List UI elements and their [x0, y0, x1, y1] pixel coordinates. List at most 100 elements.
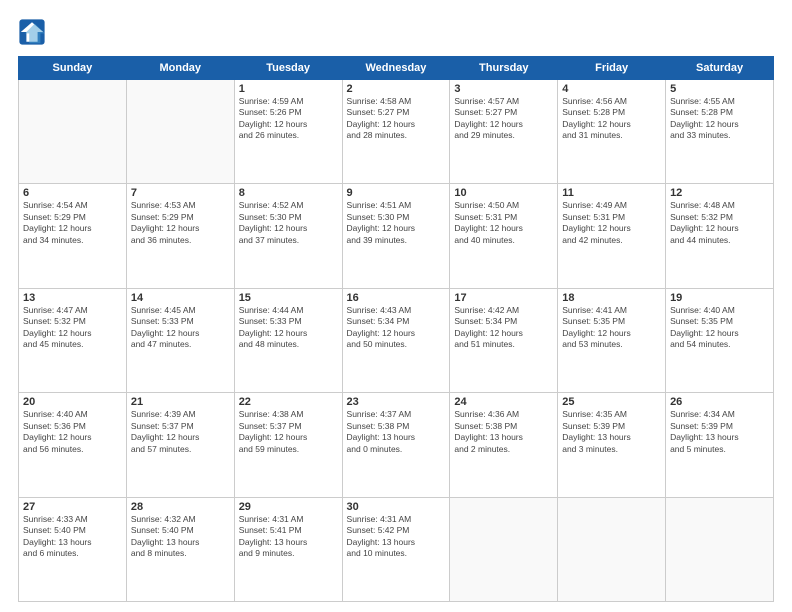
day-number: 5: [670, 83, 769, 95]
day-info: Sunrise: 4:36 AM Sunset: 5:38 PM Dayligh…: [454, 409, 553, 455]
calendar-cell: [450, 497, 558, 601]
col-header-saturday: Saturday: [666, 57, 774, 80]
calendar-cell: 6Sunrise: 4:54 AM Sunset: 5:29 PM Daylig…: [19, 184, 127, 288]
day-number: 18: [562, 292, 661, 304]
day-number: 19: [670, 292, 769, 304]
day-info: Sunrise: 4:31 AM Sunset: 5:41 PM Dayligh…: [239, 514, 338, 560]
col-header-friday: Friday: [558, 57, 666, 80]
calendar-table: SundayMondayTuesdayWednesdayThursdayFrid…: [18, 56, 774, 602]
calendar-cell: 18Sunrise: 4:41 AM Sunset: 5:35 PM Dayli…: [558, 288, 666, 392]
day-info: Sunrise: 4:34 AM Sunset: 5:39 PM Dayligh…: [670, 409, 769, 455]
day-info: Sunrise: 4:49 AM Sunset: 5:31 PM Dayligh…: [562, 200, 661, 246]
calendar-cell: 24Sunrise: 4:36 AM Sunset: 5:38 PM Dayli…: [450, 393, 558, 497]
day-number: 9: [347, 187, 446, 199]
calendar-cell: 16Sunrise: 4:43 AM Sunset: 5:34 PM Dayli…: [342, 288, 450, 392]
calendar-cell: 11Sunrise: 4:49 AM Sunset: 5:31 PM Dayli…: [558, 184, 666, 288]
day-info: Sunrise: 4:32 AM Sunset: 5:40 PM Dayligh…: [131, 514, 230, 560]
day-info: Sunrise: 4:31 AM Sunset: 5:42 PM Dayligh…: [347, 514, 446, 560]
day-info: Sunrise: 4:42 AM Sunset: 5:34 PM Dayligh…: [454, 305, 553, 351]
calendar-cell: 17Sunrise: 4:42 AM Sunset: 5:34 PM Dayli…: [450, 288, 558, 392]
calendar-cell: 15Sunrise: 4:44 AM Sunset: 5:33 PM Dayli…: [234, 288, 342, 392]
calendar-cell: 12Sunrise: 4:48 AM Sunset: 5:32 PM Dayli…: [666, 184, 774, 288]
day-info: Sunrise: 4:40 AM Sunset: 5:36 PM Dayligh…: [23, 409, 122, 455]
day-info: Sunrise: 4:43 AM Sunset: 5:34 PM Dayligh…: [347, 305, 446, 351]
day-info: Sunrise: 4:52 AM Sunset: 5:30 PM Dayligh…: [239, 200, 338, 246]
calendar-cell: 23Sunrise: 4:37 AM Sunset: 5:38 PM Dayli…: [342, 393, 450, 497]
day-info: Sunrise: 4:55 AM Sunset: 5:28 PM Dayligh…: [670, 96, 769, 142]
day-info: Sunrise: 4:33 AM Sunset: 5:40 PM Dayligh…: [23, 514, 122, 560]
day-number: 22: [239, 396, 338, 408]
day-number: 20: [23, 396, 122, 408]
calendar-cell: 5Sunrise: 4:55 AM Sunset: 5:28 PM Daylig…: [666, 80, 774, 184]
col-header-wednesday: Wednesday: [342, 57, 450, 80]
day-number: 6: [23, 187, 122, 199]
header-row: SundayMondayTuesdayWednesdayThursdayFrid…: [19, 57, 774, 80]
calendar-cell: [558, 497, 666, 601]
calendar-cell: 19Sunrise: 4:40 AM Sunset: 5:35 PM Dayli…: [666, 288, 774, 392]
day-number: 13: [23, 292, 122, 304]
day-number: 24: [454, 396, 553, 408]
day-number: 3: [454, 83, 553, 95]
calendar-cell: 28Sunrise: 4:32 AM Sunset: 5:40 PM Dayli…: [126, 497, 234, 601]
day-info: Sunrise: 4:48 AM Sunset: 5:32 PM Dayligh…: [670, 200, 769, 246]
logo-icon: [18, 18, 46, 46]
day-number: 26: [670, 396, 769, 408]
day-number: 11: [562, 187, 661, 199]
calendar-cell: 1Sunrise: 4:59 AM Sunset: 5:26 PM Daylig…: [234, 80, 342, 184]
day-info: Sunrise: 4:54 AM Sunset: 5:29 PM Dayligh…: [23, 200, 122, 246]
calendar-cell: 21Sunrise: 4:39 AM Sunset: 5:37 PM Dayli…: [126, 393, 234, 497]
col-header-sunday: Sunday: [19, 57, 127, 80]
calendar-cell: 14Sunrise: 4:45 AM Sunset: 5:33 PM Dayli…: [126, 288, 234, 392]
day-info: Sunrise: 4:45 AM Sunset: 5:33 PM Dayligh…: [131, 305, 230, 351]
day-info: Sunrise: 4:44 AM Sunset: 5:33 PM Dayligh…: [239, 305, 338, 351]
calendar-cell: 25Sunrise: 4:35 AM Sunset: 5:39 PM Dayli…: [558, 393, 666, 497]
day-info: Sunrise: 4:38 AM Sunset: 5:37 PM Dayligh…: [239, 409, 338, 455]
col-header-tuesday: Tuesday: [234, 57, 342, 80]
calendar-cell: 10Sunrise: 4:50 AM Sunset: 5:31 PM Dayli…: [450, 184, 558, 288]
calendar-cell: 29Sunrise: 4:31 AM Sunset: 5:41 PM Dayli…: [234, 497, 342, 601]
day-info: Sunrise: 4:51 AM Sunset: 5:30 PM Dayligh…: [347, 200, 446, 246]
day-number: 12: [670, 187, 769, 199]
day-number: 28: [131, 501, 230, 513]
week-row-0: 1Sunrise: 4:59 AM Sunset: 5:26 PM Daylig…: [19, 80, 774, 184]
day-number: 10: [454, 187, 553, 199]
day-number: 25: [562, 396, 661, 408]
day-number: 8: [239, 187, 338, 199]
calendar-cell: 9Sunrise: 4:51 AM Sunset: 5:30 PM Daylig…: [342, 184, 450, 288]
day-info: Sunrise: 4:58 AM Sunset: 5:27 PM Dayligh…: [347, 96, 446, 142]
day-info: Sunrise: 4:59 AM Sunset: 5:26 PM Dayligh…: [239, 96, 338, 142]
day-number: 15: [239, 292, 338, 304]
calendar-cell: [19, 80, 127, 184]
week-row-1: 6Sunrise: 4:54 AM Sunset: 5:29 PM Daylig…: [19, 184, 774, 288]
day-info: Sunrise: 4:50 AM Sunset: 5:31 PM Dayligh…: [454, 200, 553, 246]
day-info: Sunrise: 4:37 AM Sunset: 5:38 PM Dayligh…: [347, 409, 446, 455]
page: SundayMondayTuesdayWednesdayThursdayFrid…: [0, 0, 792, 612]
calendar-cell: 30Sunrise: 4:31 AM Sunset: 5:42 PM Dayli…: [342, 497, 450, 601]
day-number: 14: [131, 292, 230, 304]
week-row-2: 13Sunrise: 4:47 AM Sunset: 5:32 PM Dayli…: [19, 288, 774, 392]
logo: [18, 18, 50, 46]
day-number: 4: [562, 83, 661, 95]
day-info: Sunrise: 4:47 AM Sunset: 5:32 PM Dayligh…: [23, 305, 122, 351]
calendar-cell: 27Sunrise: 4:33 AM Sunset: 5:40 PM Dayli…: [19, 497, 127, 601]
day-number: 16: [347, 292, 446, 304]
day-number: 29: [239, 501, 338, 513]
calendar-cell: 22Sunrise: 4:38 AM Sunset: 5:37 PM Dayli…: [234, 393, 342, 497]
day-number: 1: [239, 83, 338, 95]
calendar-cell: 2Sunrise: 4:58 AM Sunset: 5:27 PM Daylig…: [342, 80, 450, 184]
day-info: Sunrise: 4:40 AM Sunset: 5:35 PM Dayligh…: [670, 305, 769, 351]
day-info: Sunrise: 4:39 AM Sunset: 5:37 PM Dayligh…: [131, 409, 230, 455]
calendar-cell: 8Sunrise: 4:52 AM Sunset: 5:30 PM Daylig…: [234, 184, 342, 288]
week-row-4: 27Sunrise: 4:33 AM Sunset: 5:40 PM Dayli…: [19, 497, 774, 601]
day-number: 27: [23, 501, 122, 513]
day-info: Sunrise: 4:41 AM Sunset: 5:35 PM Dayligh…: [562, 305, 661, 351]
day-info: Sunrise: 4:35 AM Sunset: 5:39 PM Dayligh…: [562, 409, 661, 455]
day-number: 23: [347, 396, 446, 408]
day-number: 2: [347, 83, 446, 95]
calendar-cell: [666, 497, 774, 601]
day-number: 17: [454, 292, 553, 304]
day-number: 7: [131, 187, 230, 199]
day-info: Sunrise: 4:53 AM Sunset: 5:29 PM Dayligh…: [131, 200, 230, 246]
day-number: 30: [347, 501, 446, 513]
week-row-3: 20Sunrise: 4:40 AM Sunset: 5:36 PM Dayli…: [19, 393, 774, 497]
